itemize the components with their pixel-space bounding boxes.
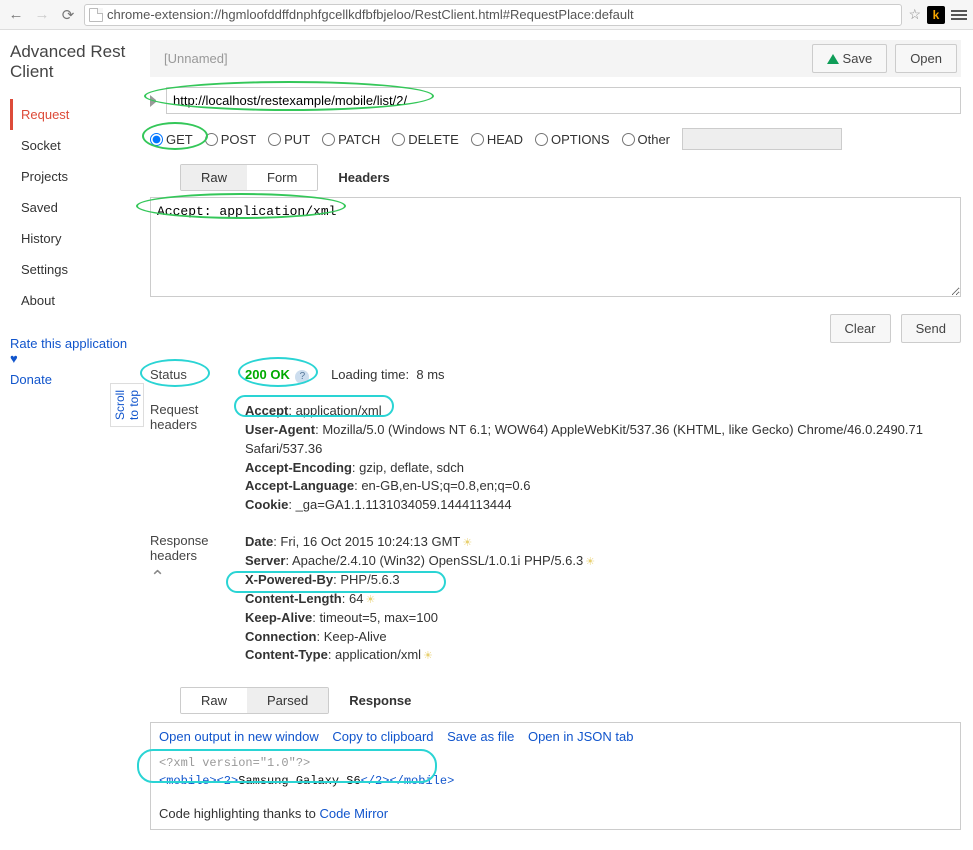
hamburger-icon[interactable] xyxy=(951,10,967,20)
hint-icon[interactable]: ☀ xyxy=(423,650,433,662)
response-headers-list: Date: Fri, 16 Oct 2015 10:24:13 GMT☀ Ser… xyxy=(245,533,961,665)
headers-label: Headers xyxy=(338,170,389,185)
method-get[interactable]: GET xyxy=(150,132,193,147)
sidebar-item-history[interactable]: History xyxy=(10,223,132,254)
response-tabs: Raw Parsed xyxy=(180,687,329,714)
method-delete[interactable]: DELETE xyxy=(392,132,459,147)
open-button[interactable]: Open xyxy=(895,44,957,73)
send-button[interactable]: Send xyxy=(901,314,961,343)
content-header: [Unnamed] Save Open xyxy=(150,40,961,77)
headers-tabs: Raw Form xyxy=(180,164,318,191)
sidebar-item-projects[interactable]: Projects xyxy=(10,161,132,192)
save-file-link[interactable]: Save as file xyxy=(447,729,514,744)
hint-icon[interactable]: ☀ xyxy=(585,556,595,568)
response-body: <?xml version="1.0"?> <mobile><2>Samsung… xyxy=(151,750,960,800)
request-headers-list: Accept: application/xml User-Agent: Mozi… xyxy=(245,402,961,515)
sidebar-item-about[interactable]: About xyxy=(10,285,132,316)
tab-form[interactable]: Form xyxy=(247,165,317,190)
hint-icon[interactable]: ☀ xyxy=(365,594,375,606)
sidebar-item-socket[interactable]: Socket xyxy=(10,130,132,161)
response-info: Status 200 OK ? Loading time: 8 ms Reque… xyxy=(150,367,961,665)
http-method-row: GET POST PUT PATCH DELETE HEAD OPTIONS O… xyxy=(150,128,961,150)
extension-icon[interactable]: k xyxy=(927,6,945,24)
forward-icon: → xyxy=(32,5,52,25)
response-label: Response xyxy=(349,693,411,708)
sidebar: Advanced Rest Client Request Socket Proj… xyxy=(0,30,140,850)
help-icon[interactable]: ? xyxy=(295,370,309,384)
bookmark-star-icon[interactable]: ☆ xyxy=(908,6,921,23)
app-title: Advanced Rest Client xyxy=(10,42,132,81)
page-icon xyxy=(89,8,103,22)
omnibox[interactable]: chrome-extension://hgmloofddffdnphfgcell… xyxy=(84,4,902,26)
expand-url-icon[interactable] xyxy=(150,95,162,107)
credit-text: Code highlighting thanks to xyxy=(159,806,319,821)
method-put[interactable]: PUT xyxy=(268,132,310,147)
status-label: Status xyxy=(150,367,245,384)
rate-link[interactable]: Rate this application ♥ xyxy=(10,336,132,366)
collapse-icon[interactable]: ⌃ xyxy=(150,567,165,588)
tab-raw[interactable]: Raw xyxy=(181,165,247,190)
copy-clipboard-link[interactable]: Copy to clipboard xyxy=(332,729,433,744)
headers-textarea[interactable]: Accept: application/xml xyxy=(150,197,961,297)
method-post[interactable]: POST xyxy=(205,132,256,147)
sidebar-item-settings[interactable]: Settings xyxy=(10,254,132,285)
method-patch[interactable]: PATCH xyxy=(322,132,380,147)
clear-button[interactable]: Clear xyxy=(830,314,891,343)
open-output-link[interactable]: Open output in new window xyxy=(159,729,319,744)
reload-icon[interactable]: ⟳ xyxy=(58,5,78,25)
request-name: [Unnamed] xyxy=(164,51,228,66)
scroll-to-top[interactable]: Scroll to top xyxy=(110,383,144,427)
request-headers-label: Request headers xyxy=(150,402,245,515)
tab-resp-raw[interactable]: Raw xyxy=(181,688,247,713)
open-json-link[interactable]: Open in JSON tab xyxy=(528,729,634,744)
method-other-input[interactable] xyxy=(682,128,842,150)
response-actions: Open output in new window Copy to clipbo… xyxy=(151,723,960,750)
back-icon[interactable]: ← xyxy=(6,5,26,25)
google-drive-icon xyxy=(827,54,839,64)
method-other[interactable]: Other xyxy=(622,132,671,147)
response-body-panel: Open output in new window Copy to clipbo… xyxy=(150,722,961,830)
sidebar-nav: Request Socket Projects Saved History Se… xyxy=(10,99,132,316)
tab-resp-parsed[interactable]: Parsed xyxy=(247,688,328,713)
sidebar-item-request[interactable]: Request xyxy=(10,99,132,130)
method-options[interactable]: OPTIONS xyxy=(535,132,610,147)
save-button[interactable]: Save xyxy=(812,44,888,73)
hint-icon[interactable]: ☀ xyxy=(462,537,472,549)
omnibox-text: chrome-extension://hgmloofddffdnphfgcell… xyxy=(107,7,634,22)
response-headers-label: Response headers xyxy=(150,533,245,563)
code-mirror-link[interactable]: Code Mirror xyxy=(319,806,388,821)
sidebar-item-saved[interactable]: Saved xyxy=(10,192,132,223)
method-head[interactable]: HEAD xyxy=(471,132,523,147)
browser-toolbar: ← → ⟳ chrome-extension://hgmloofddffdnph… xyxy=(0,0,973,30)
main-content: [Unnamed] Save Open GET POST PUT PATCH D… xyxy=(140,30,973,850)
url-input[interactable] xyxy=(166,87,961,114)
